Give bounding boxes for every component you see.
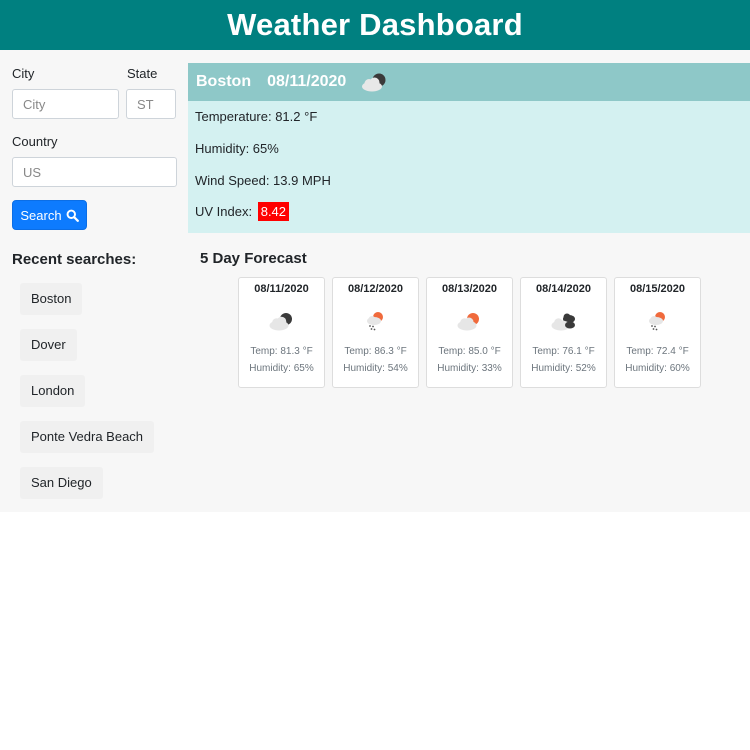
current-weather-panel: Boston 08/11/2020 Temperature: 81.2 °F H… (188, 63, 750, 233)
search-icon (66, 209, 79, 222)
current-city: Boston (196, 73, 252, 90)
recent-search-item[interactable]: Boston (20, 283, 83, 315)
current-humidity: Humidity: 65% (195, 141, 279, 156)
forecast-card: 08/14/2020 Temp: 76.1 °F Humidity: 52% (520, 277, 607, 388)
page-title: Weather Dashboard (227, 7, 523, 42)
country-input[interactable] (12, 157, 177, 187)
recent-searches-title: Recent searches: (12, 251, 137, 268)
forecast-date: 08/14/2020 (535, 283, 592, 295)
forecast-humidity: Humidity: 52% (531, 363, 596, 374)
forecast-date: 08/12/2020 (347, 283, 404, 295)
night-cloudy-icon (239, 299, 324, 343)
current-temperature: Temperature: 81.2 °F (195, 109, 318, 124)
forecast-date: 08/15/2020 (629, 283, 686, 295)
uv-label: UV Index: (195, 204, 253, 219)
forecast-date: 08/11/2020 (254, 283, 309, 295)
forecast-humidity: Humidity: 54% (343, 363, 408, 374)
current-wind-speed: Wind Speed: 13.9 MPH (195, 173, 331, 188)
recent-searches-list: Boston Dover London Ponte Vedra Beach Sa… (20, 283, 170, 513)
city-label: City (12, 66, 35, 81)
forecast-date: 08/13/2020 (441, 283, 498, 295)
rain-sun-icon (615, 299, 700, 343)
recent-search-item[interactable]: London (20, 375, 86, 407)
forecast-card: 08/13/2020 Temp: 85.0 °F Humidity: 33% (426, 277, 513, 388)
recent-search-item[interactable]: Ponte Vedra Beach (20, 421, 155, 453)
forecast-card: 08/11/2020 Temp: 81.3 °F Humidity: 65% (238, 277, 325, 388)
sun-cloud-icon (427, 299, 512, 343)
country-label: Country (12, 134, 58, 149)
search-button[interactable]: Search (12, 200, 87, 230)
main-area: City State Country Search Recent searche… (0, 50, 750, 512)
forecast-temp: Temp: 81.3 °F (250, 346, 313, 357)
forecast-card: 08/12/2020 Temp: 86.3 °F Humidity: 54% (332, 277, 419, 388)
dark-clouds-icon (521, 299, 606, 343)
search-button-label: Search (20, 207, 62, 223)
forecast-temp: Temp: 72.4 °F (626, 346, 689, 357)
forecast-card: 08/15/2020 Temp: 72.4 °F Humidity: 60% (614, 277, 701, 388)
recent-search-item[interactable]: San Diego (20, 467, 103, 499)
current-date: 08/11/2020 (267, 73, 347, 90)
forecast-temp: Temp: 86.3 °F (344, 346, 407, 357)
rain-sun-icon (333, 299, 418, 343)
recent-search-item[interactable]: Dover (20, 329, 77, 361)
forecast-temp: Temp: 76.1 °F (532, 346, 595, 357)
state-label: State (127, 66, 158, 81)
forecast-humidity: Humidity: 65% (249, 363, 314, 374)
city-input[interactable] (12, 89, 119, 119)
uv-index-badge: 8.42 (257, 202, 290, 221)
state-input[interactable] (126, 89, 176, 119)
forecast-humidity: Humidity: 33% (437, 363, 502, 374)
current-uv-row: UV Index: 8.42 (195, 202, 290, 221)
forecast-humidity: Humidity: 60% (625, 363, 690, 374)
forecast-title: 5 Day Forecast (200, 250, 307, 267)
current-weather-header: Boston 08/11/2020 (188, 63, 750, 101)
app-header: Weather Dashboard (0, 0, 750, 50)
forecast-temp: Temp: 85.0 °F (438, 346, 501, 357)
night-cloudy-icon (360, 71, 390, 93)
forecast-cards: 08/11/2020 Temp: 81.3 °F Humidity: 65% 0… (238, 277, 701, 388)
